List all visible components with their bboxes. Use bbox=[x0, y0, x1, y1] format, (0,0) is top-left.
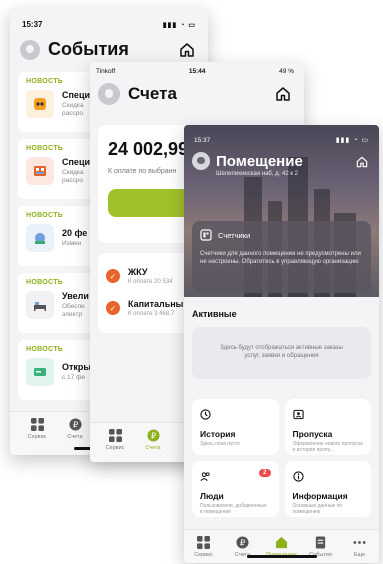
grid-icon bbox=[108, 429, 122, 442]
event-title: Увели bbox=[62, 291, 89, 302]
tab-bills[interactable]: ₽ Счета bbox=[56, 418, 94, 440]
meters-title: Счетчики bbox=[218, 230, 251, 240]
screenshot-collage: 15:37 ▮▮▮ ◔ ▭ События НОВОСТЬ Специ Скид… bbox=[0, 0, 383, 564]
tile-title: Информация bbox=[292, 491, 348, 501]
dots-icon bbox=[353, 541, 366, 544]
active-empty-text: Здесь будут отображаться активные заказы… bbox=[220, 345, 343, 359]
grid-icon bbox=[197, 536, 210, 549]
svg-text:₽: ₽ bbox=[150, 430, 156, 440]
home-icon[interactable] bbox=[274, 85, 292, 103]
service-amount: К оплате 3 468,7 bbox=[128, 311, 175, 317]
info-icon bbox=[292, 471, 304, 482]
event-title: Откры bbox=[62, 362, 92, 373]
status-time: 15:37 bbox=[22, 20, 43, 29]
tile-subtitle: Оформление нового пропуска и история про… bbox=[292, 441, 363, 454]
service-amount: К оплате 20 534 bbox=[128, 279, 173, 285]
ruble-icon: ₽ bbox=[146, 429, 160, 442]
tab-label: Сервис bbox=[105, 445, 125, 451]
premises-screen: 15:37 ▮▮▮ ◔ ▭ Помещение Шелепихинская на… bbox=[184, 125, 379, 563]
tab-label: Счета bbox=[67, 434, 83, 440]
event-subtitle: Обеспе электр bbox=[62, 303, 85, 318]
page-title: Счета bbox=[128, 84, 177, 103]
active-empty-card: Здесь будут отображаться активные заказы… bbox=[192, 327, 371, 379]
tile-info[interactable]: Информация Основные данные по помещению bbox=[284, 461, 371, 517]
building-photo: 15:37 ▮▮▮ ◔ ▭ Помещение Шелепихинская на… bbox=[184, 125, 379, 297]
tile-subtitle: Основные данные по помещению bbox=[292, 503, 343, 516]
tile-subtitle: Пользователи, добавленные в помещение bbox=[200, 503, 267, 516]
avatar[interactable] bbox=[20, 39, 40, 60]
ruble-icon: ₽ bbox=[68, 418, 82, 431]
signal-battery-icon: ▮▮▮ ◔ ▭ bbox=[162, 21, 196, 29]
tab-services[interactable]: Сервис bbox=[187, 536, 221, 558]
event-title: Специ bbox=[62, 157, 91, 168]
tab-label: Сервис bbox=[194, 552, 213, 558]
status-bar: 15:37 ▮▮▮ ◔ ▭ bbox=[184, 125, 379, 145]
meters-text: Счетчики для данного помещения не предус… bbox=[200, 251, 361, 265]
people-icon bbox=[200, 472, 210, 481]
event-subtitle: Измен bbox=[62, 240, 82, 248]
service-title: Капитальны bbox=[128, 299, 184, 309]
home-indicator bbox=[246, 555, 317, 558]
home-icon[interactable] bbox=[355, 155, 369, 169]
status-time: 15:37 bbox=[194, 136, 211, 144]
tab-services[interactable]: Сервис bbox=[18, 418, 56, 440]
event-title: Специ bbox=[62, 90, 91, 101]
tab-label: Сервис bbox=[27, 434, 47, 440]
tiles-grid: История Здесь пока пусто Пропуска Оформл… bbox=[184, 379, 379, 517]
status-bar: 15:37 ▮▮▮ ◔ ▭ bbox=[10, 8, 208, 29]
service-title: ЖКУ bbox=[128, 267, 148, 277]
ruble-icon: ₽ bbox=[236, 536, 249, 549]
people-count-badge: 2 bbox=[259, 469, 271, 477]
bills-header: Счета bbox=[90, 75, 304, 111]
page-title: События bbox=[48, 39, 129, 59]
tab-label: Счета bbox=[145, 445, 161, 451]
tile-passes[interactable]: Пропуска Оформление нового пропуска и ис… bbox=[284, 399, 371, 455]
avatar[interactable] bbox=[192, 152, 210, 170]
status-battery: 49 % bbox=[279, 68, 294, 75]
tile-subtitle: Здесь пока пусто bbox=[200, 441, 240, 447]
clock-icon bbox=[200, 409, 211, 420]
tile-title: История bbox=[200, 429, 236, 439]
svg-text:₽: ₽ bbox=[240, 537, 246, 547]
tablet-icon bbox=[26, 90, 54, 118]
page-title: Помещение bbox=[216, 152, 303, 170]
status-bar: Tinkoff 15:44 49 % bbox=[90, 62, 304, 75]
tab-label: Еще bbox=[353, 552, 366, 558]
address: Шелепихинская наб, д. 42 к 2 bbox=[216, 171, 298, 177]
tile-title: Люди bbox=[200, 491, 224, 501]
house-icon bbox=[275, 536, 288, 549]
checkmark-icon[interactable]: ✓ bbox=[106, 269, 120, 283]
svg-text:₽: ₽ bbox=[72, 419, 78, 429]
card-icon bbox=[26, 358, 54, 386]
premises-header: Помещение bbox=[184, 144, 379, 170]
signal-battery-icon: ▮▮▮ ◔ ▭ bbox=[335, 137, 369, 144]
grid-icon bbox=[30, 418, 44, 431]
avatar[interactable] bbox=[98, 83, 120, 105]
event-title: 20 фе bbox=[62, 228, 88, 239]
doc-icon bbox=[315, 536, 326, 549]
tile-people[interactable]: 2 Люди Пользователи, добавленные в помещ… bbox=[192, 461, 279, 517]
bed-icon bbox=[26, 291, 54, 319]
meter-icon bbox=[200, 229, 212, 241]
tab-services[interactable]: Сервис bbox=[96, 429, 134, 451]
cabinet-icon bbox=[26, 157, 54, 185]
tab-more[interactable]: Еще bbox=[343, 536, 377, 558]
checkmark-icon[interactable]: ✓ bbox=[106, 301, 120, 315]
dial-icon bbox=[26, 224, 54, 252]
active-title: Активные bbox=[192, 309, 237, 319]
meters-card[interactable]: Счетчики Счетчики для данного помещения … bbox=[192, 221, 371, 293]
event-subtitle: с 17 фе bbox=[62, 374, 86, 382]
tile-history[interactable]: История Здесь пока пусто bbox=[192, 399, 279, 455]
tab-bills[interactable]: ₽ Счета bbox=[134, 429, 172, 451]
home-icon[interactable] bbox=[178, 41, 196, 59]
pass-icon bbox=[292, 409, 304, 420]
status-carrier: Tinkoff bbox=[96, 68, 116, 75]
status-time: 15:44 bbox=[188, 68, 206, 75]
tile-title: Пропуска bbox=[292, 429, 333, 439]
event-subtitle: Скидка рассро bbox=[62, 169, 84, 184]
event-subtitle: Скидка рассро bbox=[62, 102, 84, 117]
